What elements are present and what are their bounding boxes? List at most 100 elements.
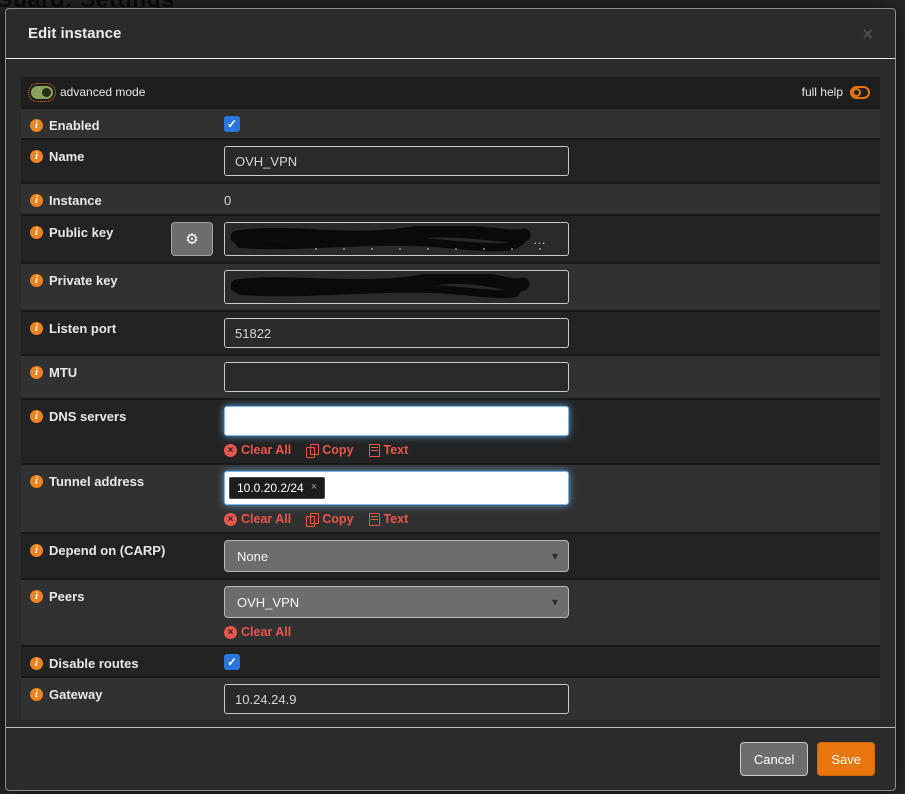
clear-all-label: Clear All [241,625,292,639]
edit-instance-dialog: Edit instance × advanced mode full help … [5,8,896,791]
depend-carp-select[interactable]: None ▾ [224,540,569,572]
text-button[interactable]: Text [368,512,409,526]
row-tunnel-address: i Tunnel address 10.0.20.2/24 × × Clear … [21,463,880,532]
field-label: Peers [49,589,85,604]
full-help-toggle-icon[interactable] [850,85,870,99]
selected-value: OVH_VPN [237,594,300,610]
field-label: Name [49,149,85,164]
field-label: Tunnel address [49,474,145,489]
cancel-button[interactable]: Cancel [739,742,809,776]
clear-all-label: Clear All [241,512,292,526]
info-icon[interactable]: i [30,688,43,701]
copy-label: Copy [322,512,354,526]
ellipsis-text: … [533,231,547,247]
info-icon[interactable]: i [30,194,43,207]
clear-all-button[interactable]: × Clear All [224,443,291,457]
chevron-down-icon: ▾ [551,549,558,563]
info-icon[interactable]: i [30,274,43,287]
private-key-input[interactable] [224,270,569,304]
generate-keys-button[interactable]: ⚙ [171,222,213,256]
text-label: Text [383,443,409,457]
advanced-mode-label: advanced mode [60,85,146,99]
row-instance: i Instance 0 [21,182,880,214]
clear-all-icon: × [224,512,237,526]
info-icon[interactable]: i [30,150,43,163]
close-icon[interactable]: × [862,25,873,43]
clear-all-icon: × [224,625,237,639]
disable-routes-checkbox[interactable]: ✓ [224,654,240,670]
row-gateway: i Gateway [21,676,880,720]
row-enabled: i Enabled ✓ [21,107,880,138]
mtu-input[interactable] [224,362,569,392]
info-icon[interactable]: i [30,475,43,488]
row-public-key: i Public key ⚙ … [21,214,880,262]
full-help-control[interactable]: full help [802,85,870,99]
text-button[interactable]: Text [368,443,409,457]
field-label: Private key [49,273,118,288]
row-mtu: i MTU [21,354,880,398]
copy-button[interactable]: Copy [306,443,354,458]
copy-button[interactable]: Copy [306,512,354,527]
tunnel-address-input[interactable]: 10.0.20.2/24 × [224,471,569,505]
field-label: DNS servers [49,409,127,424]
info-icon[interactable]: i [30,119,43,132]
name-input[interactable] [224,146,569,176]
gear-icon: ⚙ [185,231,199,248]
row-disable-routes: i Disable routes ✓ [21,645,880,676]
gateway-input[interactable] [224,684,569,714]
info-icon[interactable]: i [30,410,43,423]
options-bar: advanced mode full help [21,77,880,107]
clear-all-button[interactable]: × Clear All [224,625,291,639]
peers-select[interactable]: OVH_VPN ▾ [224,586,569,618]
advanced-mode-control[interactable]: advanced mode [28,82,146,102]
public-key-input[interactable]: … [224,222,569,256]
info-icon[interactable]: i [30,226,43,239]
field-label: Instance [49,193,102,208]
advanced-mode-toggle-icon[interactable] [28,82,56,102]
instance-value: 0 [224,193,232,208]
row-depend-carp: i Depend on (CARP) None ▾ [21,532,880,578]
row-private-key: i Private key [21,262,880,310]
text-icon [368,443,380,457]
info-icon[interactable]: i [30,544,43,557]
info-icon[interactable]: i [30,366,43,379]
redaction-scribble [231,274,530,299]
token-remove-icon[interactable]: × [311,481,317,494]
field-label: Listen port [49,321,117,336]
info-icon[interactable]: i [30,657,43,670]
clear-all-button[interactable]: × Clear All [224,512,291,526]
dns-actions: × Clear All Copy Text [224,443,880,458]
save-button[interactable]: Save [817,742,875,776]
dialog-title: Edit instance [28,25,122,42]
chevron-down-icon: ▾ [551,595,558,609]
token-value: 10.0.20.2/24 [237,480,304,495]
field-label: Enabled [49,118,100,133]
listen-port-input[interactable] [224,318,569,348]
instance-form: i Enabled ✓ i Name i [21,107,880,720]
row-dns-servers: i DNS servers × Clear All Copy Text [21,398,880,463]
field-label: Public key [49,225,114,240]
enabled-checkbox[interactable]: ✓ [224,116,240,132]
dialog-body: advanced mode full help i Enabled ✓ i Na… [6,59,895,727]
field-label: Depend on (CARP) [49,543,166,558]
tunnel-actions: × Clear All Copy Text [224,512,880,527]
key-text-remnant [315,248,545,250]
copy-label: Copy [322,443,354,457]
info-icon[interactable]: i [30,590,43,603]
peers-actions: × Clear All [224,625,880,639]
text-label: Text [383,512,409,526]
row-peers: i Peers OVH_VPN ▾ × Clear All [21,578,880,645]
info-icon[interactable]: i [30,322,43,335]
dns-servers-input[interactable] [224,406,569,436]
full-help-label: full help [801,85,843,99]
dialog-header: Edit instance × [6,9,895,59]
row-name: i Name [21,138,880,182]
tunnel-address-token: 10.0.20.2/24 × [229,476,326,500]
dialog-footer: Cancel Save [6,727,895,790]
field-label: Disable routes [49,656,139,671]
row-listen-port: i Listen port [21,310,880,354]
copy-icon [306,512,320,527]
field-label: MTU [49,365,78,380]
copy-icon [306,443,320,458]
field-label: Gateway [49,687,103,702]
